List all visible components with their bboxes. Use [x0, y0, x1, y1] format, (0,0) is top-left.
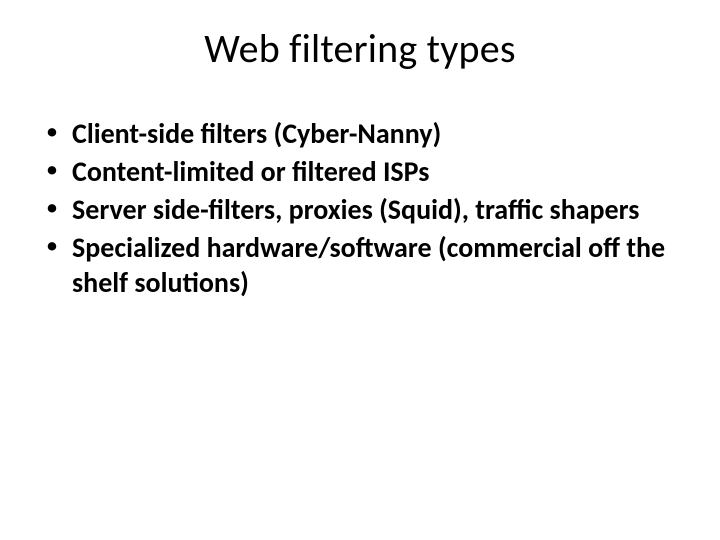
- list-item: Server side-filters, proxies (Squid), tr…: [42, 193, 690, 227]
- list-item: Client-side filters (Cyber-Nanny): [42, 117, 690, 151]
- bullet-list: Client-side filters (Cyber-Nanny) Conten…: [30, 117, 690, 300]
- list-item: Specialized hardware/software (commercia…: [42, 231, 690, 299]
- list-item: Content-limited or filtered ISPs: [42, 155, 690, 189]
- slide-title: Web filtering types: [30, 24, 690, 73]
